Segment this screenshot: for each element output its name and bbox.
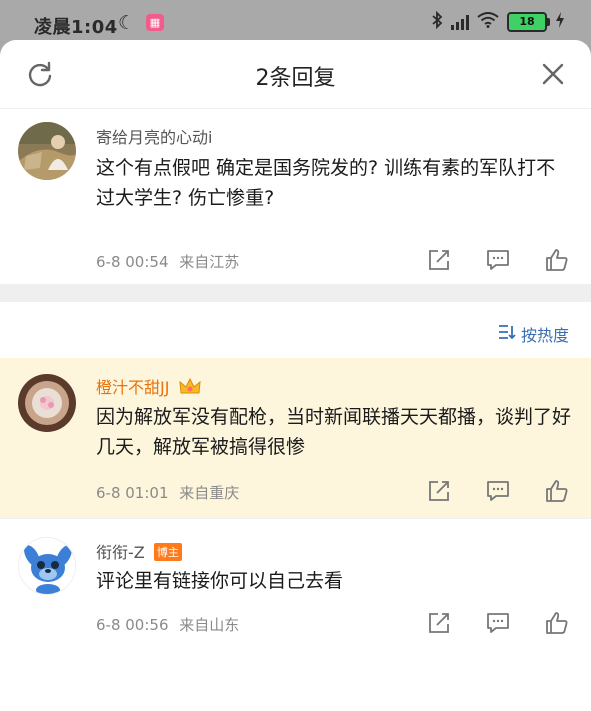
avatar[interactable] bbox=[18, 122, 76, 180]
wifi-icon bbox=[477, 12, 499, 32]
comment-text: 这个有点假吧 确定是国务院发的? 训练有素的军队打不过大学生? 伤亡惨重? bbox=[96, 157, 556, 209]
sort-icon bbox=[498, 324, 516, 344]
share-icon[interactable] bbox=[427, 479, 451, 503]
battery-icon: 18 bbox=[507, 12, 550, 32]
reply-item: 衔衔-Z 博主 评论里有链接你可以自己去看 6-8 00:56 来自山东 bbox=[0, 518, 591, 669]
sheet-header: 2条回复 bbox=[0, 40, 591, 109]
sort-toggle[interactable]: 按热度 bbox=[498, 322, 569, 346]
reply-actions bbox=[427, 611, 569, 635]
comment-icon[interactable] bbox=[486, 248, 510, 272]
reply-actions bbox=[427, 479, 569, 503]
comment-actions bbox=[427, 248, 569, 272]
status-time: 凌晨1:04 bbox=[34, 17, 118, 38]
like-icon[interactable] bbox=[545, 479, 569, 503]
charging-icon bbox=[555, 12, 565, 32]
section-divider bbox=[0, 284, 591, 302]
status-icons: 18 bbox=[431, 10, 565, 33]
reply-date: 6-8 00:56 bbox=[96, 616, 169, 634]
reply-text: 评论里有链接你可以自己去看 bbox=[96, 570, 344, 592]
reply-username[interactable]: 衔衔-Z 博主 bbox=[96, 539, 182, 563]
reply-meta: 6-8 01:01 来自重庆 bbox=[96, 482, 239, 503]
comment-meta: 6-8 00:54 来自江苏 bbox=[96, 251, 239, 272]
sheet-title: 2条回复 bbox=[255, 66, 336, 91]
comment-icon[interactable] bbox=[486, 479, 510, 503]
avatar[interactable] bbox=[18, 537, 76, 595]
comment-location: 来自江苏 bbox=[179, 253, 240, 271]
share-icon[interactable] bbox=[427, 248, 451, 272]
comment-icon[interactable] bbox=[486, 611, 510, 635]
like-icon[interactable] bbox=[545, 248, 569, 272]
share-icon[interactable] bbox=[427, 611, 451, 635]
blogger-badge: 博主 bbox=[153, 542, 182, 561]
reply-text: 因为解放军没有配枪，当时新闻联播天天都播，谈判了好几天，解放军被搞得很惨 bbox=[96, 406, 572, 458]
reply-location: 来自山东 bbox=[179, 616, 240, 634]
like-icon[interactable] bbox=[545, 611, 569, 635]
comment-username[interactable]: 寄给月亮的心动i bbox=[96, 124, 212, 148]
signal-icon bbox=[451, 14, 469, 30]
reply-item: 橙汁不甜JJ 因为解放军没有配枪，当时新闻联播天天都播，谈判了好几天，解放军被搞… bbox=[0, 358, 591, 518]
reply-date: 6-8 01:01 bbox=[96, 484, 169, 502]
close-icon[interactable] bbox=[539, 60, 567, 88]
cake-app-icon: ▦ bbox=[146, 14, 164, 31]
crown-icon bbox=[178, 377, 201, 401]
reply-location: 来自重庆 bbox=[179, 484, 240, 502]
bluetooth-icon bbox=[431, 10, 443, 33]
replies-sheet: 2条回复 寄给月亮的心动i 这个有点假吧 确定是国务院发的? 训练有素的军队打不… bbox=[0, 40, 591, 711]
reply-meta: 6-8 00:56 来自山东 bbox=[96, 614, 239, 635]
avatar[interactable] bbox=[18, 374, 76, 432]
reply-username-text: 橙汁不甜JJ bbox=[96, 378, 170, 397]
moon-icon: ☾ bbox=[118, 12, 136, 34]
root-comment: 寄给月亮的心动i 这个有点假吧 确定是国务院发的? 训练有素的军队打不过大学生?… bbox=[0, 108, 591, 284]
sort-label: 按热度 bbox=[520, 326, 569, 345]
reply-username[interactable]: 橙汁不甜JJ bbox=[96, 374, 201, 401]
reply-username-text: 衔衔-Z bbox=[96, 543, 145, 562]
comment-date: 6-8 00:54 bbox=[96, 253, 169, 271]
